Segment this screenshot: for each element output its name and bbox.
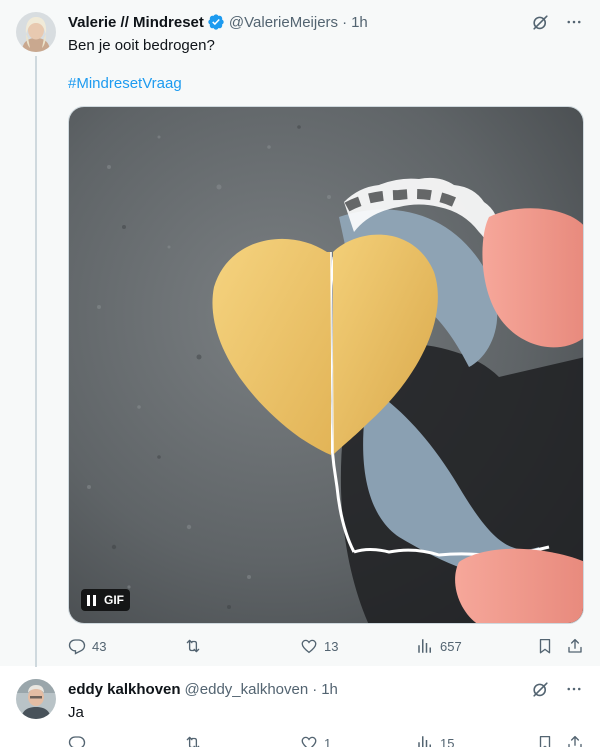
header-actions xyxy=(530,12,584,32)
views-chart-icon xyxy=(418,736,431,747)
share-icon xyxy=(568,638,582,653)
display-name[interactable]: eddy kalkhoven xyxy=(68,681,181,698)
thread-connector-line xyxy=(35,56,37,678)
like-button[interactable]: 1 xyxy=(300,734,331,747)
more-icon[interactable] xyxy=(564,12,584,32)
view-count: 657 xyxy=(440,638,462,654)
reply-button[interactable]: 43 xyxy=(68,637,106,655)
tweet-header: eddy kalkhoven @eddy_kalkhoven · 1h xyxy=(68,679,584,699)
like-count: 1 xyxy=(324,735,332,747)
separator-dot: · xyxy=(342,13,348,31)
grok-icon[interactable] xyxy=(530,679,550,699)
timestamp[interactable]: 1h xyxy=(351,14,368,31)
like-count: 13 xyxy=(324,638,339,654)
share-button[interactable] xyxy=(566,734,584,747)
main-tweet[interactable]: Valerie // Mindreset @ValerieMeijers · 1… xyxy=(0,0,600,678)
retweet-button[interactable] xyxy=(184,637,208,655)
display-name[interactable]: Valerie // Mindreset xyxy=(68,14,204,31)
tweet-actions: 43 13 657 xyxy=(68,636,584,656)
share-button[interactable] xyxy=(566,637,584,655)
tweet-text: Ben je ooit bedrogen? xyxy=(68,37,215,54)
more-icon[interactable] xyxy=(564,679,584,699)
heart-icon xyxy=(301,639,317,654)
pause-icon[interactable] xyxy=(87,594,97,606)
grok-icon[interactable] xyxy=(530,12,550,32)
reply-icon xyxy=(68,639,86,655)
like-button[interactable]: 13 xyxy=(300,637,338,655)
gif-badge[interactable]: GIF xyxy=(81,589,130,611)
reply-count: 43 xyxy=(92,638,107,654)
retweet-icon xyxy=(186,736,200,747)
views-button[interactable]: 15 xyxy=(416,734,454,747)
heart-icon xyxy=(301,736,317,747)
hashtag-link[interactable]: #MindresetVraag xyxy=(68,74,182,94)
views-button[interactable]: 657 xyxy=(416,637,462,655)
verified-badge-icon xyxy=(207,13,225,31)
avatar[interactable] xyxy=(16,679,56,719)
user-handle[interactable]: @ValerieMeijers xyxy=(229,14,338,31)
bookmark-icon xyxy=(539,735,551,747)
separator-dot: · xyxy=(312,680,318,698)
views-chart-icon xyxy=(418,639,431,653)
bookmark-icon xyxy=(539,638,551,654)
tweet-text: Ja xyxy=(68,704,84,721)
user-handle[interactable]: @eddy_kalkhoven xyxy=(185,681,309,698)
avatar[interactable] xyxy=(16,12,56,52)
tweet-header: Valerie // Mindreset @ValerieMeijers · 1… xyxy=(68,12,584,32)
conversation-thread: Valerie // Mindreset @ValerieMeijers · 1… xyxy=(0,0,600,747)
reply-button[interactable] xyxy=(68,734,92,747)
tweet-actions: 1 15 xyxy=(68,733,584,747)
retweet-icon xyxy=(186,639,200,653)
bookmark-button[interactable] xyxy=(536,734,554,747)
retweet-button[interactable] xyxy=(184,734,208,747)
gif-media[interactable]: GIF xyxy=(68,106,584,624)
timestamp[interactable]: 1h xyxy=(321,681,338,698)
share-icon xyxy=(568,735,582,747)
reply-tweet[interactable]: eddy kalkhoven @eddy_kalkhoven · 1h Ja 1… xyxy=(0,667,600,747)
gif-label: GIF xyxy=(104,593,124,607)
view-count: 15 xyxy=(440,735,455,747)
reply-icon xyxy=(68,736,86,747)
header-actions xyxy=(530,679,584,699)
bookmark-button[interactable] xyxy=(536,637,554,655)
